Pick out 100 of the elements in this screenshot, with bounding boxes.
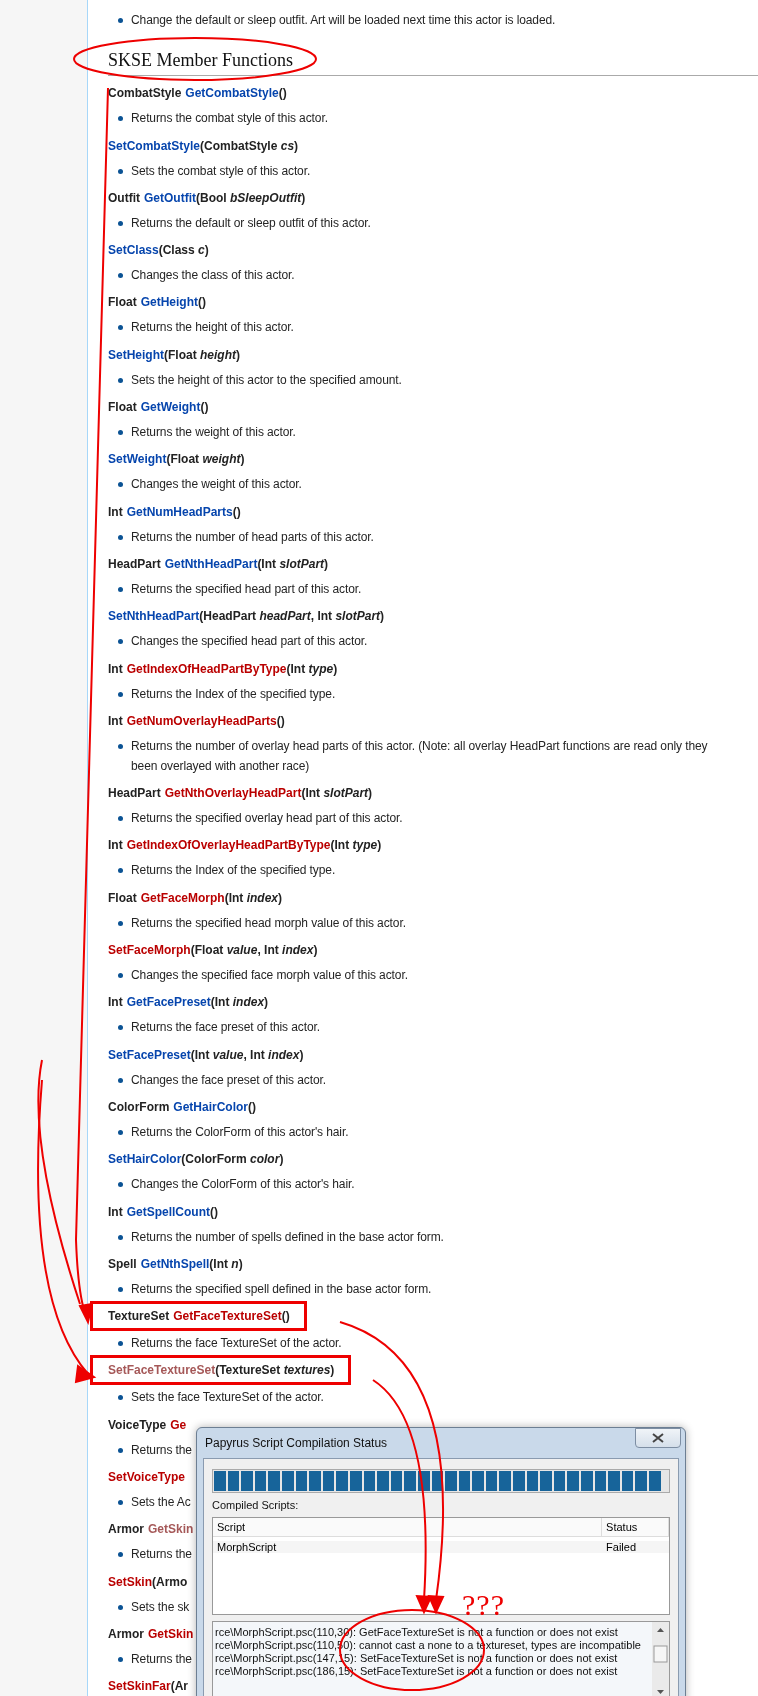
- function-link[interactable]: SetWeight: [108, 452, 167, 467]
- function-link[interactable]: GetNumOverlayHeadParts: [126, 713, 277, 728]
- return-type: Int: [108, 713, 123, 728]
- scrollbar[interactable]: [652, 1622, 669, 1696]
- description-text: Returns the specified head part of this actor.: [131, 580, 362, 598]
- compiled-scripts-label: Compiled Scripts:: [212, 1499, 300, 1511]
- function-link[interactable]: GetHairColor: [173, 1099, 249, 1114]
- description-text: Returns the Index of the specified type.: [131, 685, 336, 703]
- column-header[interactable]: Script: [213, 1518, 603, 1537]
- description-text: Changes the class of this actor.: [131, 267, 295, 285]
- parameter-list: (): [232, 504, 241, 519]
- description-text: Returns the: [131, 1650, 192, 1668]
- function-link[interactable]: GetSkin: [148, 1626, 194, 1641]
- close-icon: [652, 1433, 664, 1443]
- function-link[interactable]: GetFaceTextureSet: [173, 1309, 282, 1324]
- parameter-list: (Int value, Int index): [190, 1047, 304, 1062]
- return-type: Outfit: [108, 190, 140, 205]
- return-type: Float: [108, 400, 137, 415]
- window-title: Papyrus Script Compilation Status: [205, 1436, 388, 1450]
- parameter-list: (Int n): [209, 1256, 243, 1271]
- function-link[interactable]: GetOutfit: [144, 190, 196, 205]
- description-text: Returns the Index of the specified type.: [131, 862, 336, 880]
- function-link[interactable]: Ge: [170, 1417, 187, 1432]
- parameter-list: (): [278, 86, 287, 101]
- description-text: Returns the combat style of this actor.: [131, 110, 328, 128]
- function-link[interactable]: SetHeight: [108, 347, 164, 362]
- function-link[interactable]: GetHeight: [140, 295, 198, 310]
- description-text: Returns the default or sleep outfit of this actor.: [131, 214, 371, 232]
- parameter-list: (): [281, 1309, 290, 1324]
- description-text: Returns the height of this actor.: [131, 319, 294, 337]
- close-button[interactable]: [635, 1428, 681, 1448]
- function-link[interactable]: GetFaceMorph: [140, 890, 225, 905]
- annotation-text: ???: [462, 1588, 505, 1622]
- return-type: Int: [108, 995, 123, 1010]
- function-link[interactable]: GetIndexOfOverlayHeadPartByType: [126, 838, 331, 853]
- parameter-list: (HeadPart headPart, Int slotPart): [199, 609, 385, 624]
- function-link[interactable]: SetSkinFar: [108, 1679, 171, 1694]
- function-link[interactable]: SetFaceTextureSet: [108, 1363, 216, 1378]
- description-text: Returns the number of head parts of this actor.: [131, 528, 374, 546]
- description-text: Returns the number of spells defined in the base actor form.: [131, 1228, 444, 1246]
- function-link[interactable]: GetNthSpell: [140, 1256, 210, 1271]
- function-link[interactable]: GetNthHeadPart: [164, 556, 258, 571]
- function-link[interactable]: GetIndexOfHeadPartByType: [126, 661, 287, 676]
- return-type: Float: [108, 295, 137, 310]
- parameter-list: (Float value, Int index): [190, 943, 318, 958]
- description-text: Returns the face TextureSet of the actor.: [131, 1335, 342, 1353]
- description-text: Returns the: [131, 1546, 192, 1564]
- description-text: Sets the combat style of this actor.: [131, 162, 311, 180]
- description-text: Returns the specified head morph value of this actor.: [131, 914, 406, 932]
- return-type: Int: [108, 661, 123, 676]
- description-text: Returns the specified spell defined in the base actor form.: [131, 1280, 432, 1298]
- function-link[interactable]: SetCombatStyle: [108, 138, 201, 153]
- function-link[interactable]: SetFacePreset: [108, 1047, 191, 1062]
- parameter-list: (Bool bSleepOutfit): [196, 190, 306, 205]
- function-link[interactable]: SetFaceMorph: [108, 943, 191, 958]
- function-link[interactable]: SetNthHeadPart: [108, 609, 200, 624]
- function-link[interactable]: GetSpellCount: [126, 1204, 210, 1219]
- parameter-list: (Int slotPart): [257, 556, 329, 571]
- parameter-list: (): [248, 1099, 257, 1114]
- function-link[interactable]: GetFacePreset: [126, 995, 211, 1010]
- description-text: Sets the height of this actor to the specified amount.: [131, 371, 402, 389]
- description-text: Returns the number of overlay head parts of this actor. (Note: all overlay HeadPart functions are read only they been overlayed with another race): [131, 737, 708, 775]
- function-link[interactable]: SetHairColor: [108, 1152, 182, 1167]
- return-type: Int: [108, 1204, 123, 1219]
- description-text: Returns the specified overlay head part of this actor.: [131, 810, 403, 828]
- description-text: Sets the sk: [131, 1598, 190, 1616]
- parameter-list: (Int type): [286, 661, 338, 676]
- parameter-list: (): [198, 295, 206, 310]
- description-text: Sets the face TextureSet of the actor.: [131, 1389, 324, 1407]
- description-text: Changes the specified head part of this actor.: [131, 633, 368, 651]
- column-header[interactable]: Status: [602, 1518, 669, 1537]
- description-text: Returns the weight of this actor.: [131, 424, 296, 442]
- parameter-list: (Float weight): [166, 452, 245, 467]
- description-text: Changes the face preset of this actor.: [131, 1071, 326, 1089]
- function-link[interactable]: SetVoiceType: [108, 1470, 185, 1484]
- parameter-list: (ColorForm color): [181, 1152, 284, 1167]
- function-link[interactable]: SetSkin: [108, 1574, 152, 1589]
- table-cell: Failed: [602, 1540, 669, 1553]
- return-type: Int: [108, 504, 123, 519]
- section-heading: SKSE Member Functions: [108, 50, 293, 72]
- function-link[interactable]: GetSkin: [148, 1522, 194, 1537]
- function-link[interactable]: GetCombatStyle: [185, 86, 279, 101]
- function-link[interactable]: GetNumHeadParts: [126, 504, 233, 519]
- function-link[interactable]: GetWeight: [140, 400, 201, 415]
- return-type: Spell: [108, 1256, 137, 1271]
- parameter-list: (Ar: [170, 1679, 189, 1694]
- description-text: Changes the specified face morph value of this actor.: [131, 967, 408, 985]
- return-type: Armor: [108, 1522, 144, 1537]
- return-type: Armor: [108, 1626, 144, 1641]
- description-text: Returns the: [131, 1441, 192, 1459]
- function-link[interactable]: GetNthOverlayHeadPart: [164, 786, 302, 801]
- parameter-list: (TextureSet textures): [215, 1363, 335, 1378]
- parameter-list: (Int index): [210, 995, 269, 1010]
- function-link[interactable]: SetClass: [108, 243, 159, 258]
- description-text: Changes the weight of this actor.: [131, 476, 302, 494]
- return-type: Int: [108, 838, 123, 853]
- parameter-list: (Armo: [152, 1574, 188, 1589]
- parameter-list: (): [210, 1204, 218, 1219]
- parameter-list: (Class c): [158, 243, 209, 258]
- parameter-list: (Int type): [330, 838, 382, 853]
